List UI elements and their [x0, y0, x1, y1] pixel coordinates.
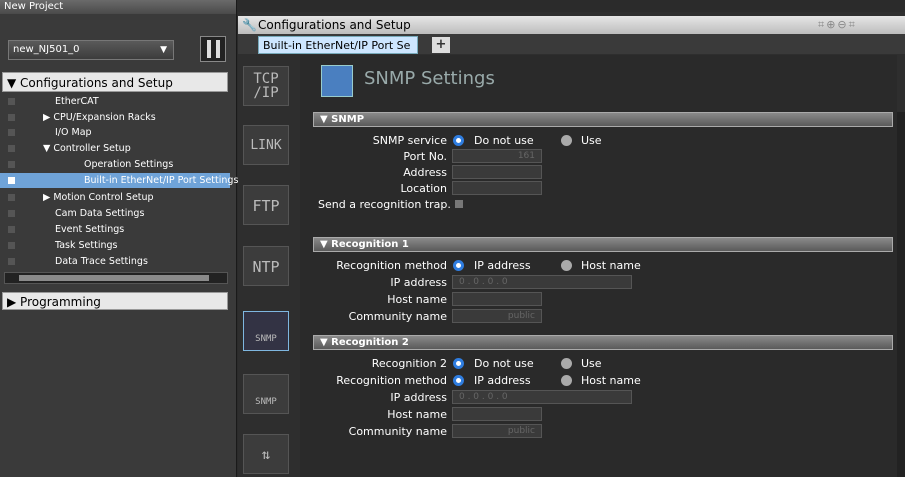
- rec2-community-label: Community name: [348, 425, 447, 438]
- rec1-ip-field[interactable]: 0 . 0 . 0 . 0: [452, 275, 632, 289]
- rec2-ip-field[interactable]: 0 . 0 . 0 . 0: [452, 390, 632, 404]
- project-selector[interactable]: new_NJ501_0 ▼: [8, 40, 174, 60]
- rec2-ip-label: IP address: [474, 374, 531, 387]
- trap-label: Send a recognition trap.: [318, 198, 451, 211]
- fins-nav-icon[interactable]: ⇅: [243, 434, 289, 474]
- section-recognition-1[interactable]: ▼ Recognition 1: [313, 237, 893, 252]
- rec1-method-label: Recognition method: [336, 259, 447, 272]
- add-tab-button[interactable]: +: [432, 37, 450, 53]
- rec2-host-radio[interactable]: [561, 375, 572, 386]
- tree-item-controller-setup[interactable]: ▼ Controller Setup: [0, 141, 230, 156]
- tree-item-data-trace[interactable]: Data Trace Settings: [0, 254, 230, 269]
- rec2-use-radio[interactable]: [561, 358, 572, 369]
- rec1-ip-field-label: IP address: [390, 276, 447, 289]
- trap-checkbox[interactable]: [455, 200, 463, 208]
- section-snmp[interactable]: ▼ SNMP: [313, 112, 893, 127]
- tree-marker: [8, 194, 15, 201]
- ftp-nav-icon[interactable]: FTP: [243, 185, 289, 225]
- tree-item-task-settings[interactable]: Task Settings: [0, 238, 230, 253]
- snmp-trap-nav-icon[interactable]: SNMP: [243, 374, 289, 414]
- rec1-community-label: Community name: [348, 310, 447, 323]
- tree-marker: [8, 258, 15, 265]
- rec2-ip-field-label: IP address: [390, 391, 447, 404]
- wrench-icon: 🔧: [242, 18, 257, 32]
- vertical-scrollbar[interactable]: [897, 112, 905, 477]
- rec1-ip-label: IP address: [474, 259, 531, 272]
- tree-item-event-settings[interactable]: Event Settings: [0, 222, 230, 237]
- rec2-donotuse-label: Do not use: [474, 357, 534, 370]
- tree-marker: [8, 226, 15, 233]
- rec2-community-field[interactable]: public: [452, 424, 542, 438]
- tcpip-nav-icon[interactable]: TCP /IP: [243, 66, 289, 106]
- tree-marker: [8, 242, 15, 249]
- rec2-host-label: Host name: [581, 374, 641, 387]
- tree-item-cpu-racks[interactable]: ▶ CPU/Expansion Racks: [0, 110, 230, 125]
- project-toggle-icon[interactable]: [200, 36, 226, 62]
- rec1-community-field[interactable]: public: [452, 309, 542, 323]
- tree-marker: [8, 161, 15, 168]
- tree-marker: [8, 177, 15, 184]
- tree-item-ethercat[interactable]: EtherCAT: [0, 94, 230, 109]
- tab-ethernet-ip-port[interactable]: Built-in EtherNet/IP Port Se: [258, 36, 418, 54]
- snmp-nav-icon[interactable]: SNMP: [243, 311, 289, 351]
- tree-item-motion-control[interactable]: ▶ Motion Control Setup: [0, 190, 230, 205]
- editor-title: Configurations and Setup: [238, 16, 905, 34]
- zoom-tools-icon[interactable]: ⌗⊕⊖⌗: [818, 18, 857, 32]
- rec2-host-field[interactable]: [452, 407, 542, 421]
- rec2-host-field-label: Host name: [387, 408, 447, 421]
- tree-marker: [8, 114, 15, 121]
- rec1-host-field-label: Host name: [387, 293, 447, 306]
- rec2-method-label: Recognition method: [336, 374, 447, 387]
- tree-item-operation-settings[interactable]: Operation Settings: [0, 157, 230, 172]
- configurations-header[interactable]: ▼ Configurations and Setup: [2, 72, 228, 92]
- rec1-host-label: Host name: [581, 259, 641, 272]
- snmp-service-donotuse-label: Do not use: [474, 134, 534, 147]
- rec2-label: Recognition 2: [371, 357, 447, 370]
- port-label: Port No.: [403, 150, 447, 163]
- snmp-service-donotuse-radio[interactable]: [453, 135, 464, 146]
- tree-item-io-map[interactable]: I/O Map: [0, 125, 230, 140]
- tree-marker: [8, 98, 15, 105]
- location-label: Location: [400, 182, 447, 195]
- tree-item-ethernet-ip-port[interactable]: Built-in EtherNet/IP Port Settings: [0, 173, 238, 188]
- snmp-service-label: SNMP service: [372, 134, 447, 147]
- address-label: Address: [403, 166, 447, 179]
- rec2-ip-radio[interactable]: [453, 375, 464, 386]
- snmp-service-use-label: Use: [581, 134, 602, 147]
- pane-title: New Project: [0, 0, 236, 14]
- tree-item-cam-data[interactable]: Cam Data Settings: [0, 206, 230, 221]
- rec1-host-radio[interactable]: [561, 260, 572, 271]
- rec2-donotuse-radio[interactable]: [453, 358, 464, 369]
- tree-marker: [8, 145, 15, 152]
- link-nav-icon[interactable]: LINK: [243, 125, 289, 165]
- address-field[interactable]: [452, 165, 542, 179]
- rec2-use-label: Use: [581, 357, 602, 370]
- page-title: SNMP Settings: [364, 68, 495, 89]
- section-recognition-2[interactable]: ▼ Recognition 2: [313, 335, 893, 350]
- snmp-service-use-radio[interactable]: [561, 135, 572, 146]
- scroll-thumb[interactable]: [19, 275, 209, 281]
- horizontal-scrollbar[interactable]: [4, 272, 228, 284]
- snmp-icon: [321, 65, 353, 97]
- port-field[interactable]: 161: [452, 149, 542, 163]
- location-field[interactable]: [452, 181, 542, 195]
- rec1-ip-radio[interactable]: [453, 260, 464, 271]
- tree-marker: [8, 210, 15, 217]
- programming-header[interactable]: ▶ Programming: [2, 292, 228, 310]
- chevron-down-icon: ▼: [160, 45, 167, 55]
- project-selector-value: new_NJ501_0: [13, 44, 80, 55]
- tree-marker: [8, 129, 15, 136]
- rec1-host-field[interactable]: [452, 292, 542, 306]
- ntp-nav-icon[interactable]: NTP: [243, 246, 289, 286]
